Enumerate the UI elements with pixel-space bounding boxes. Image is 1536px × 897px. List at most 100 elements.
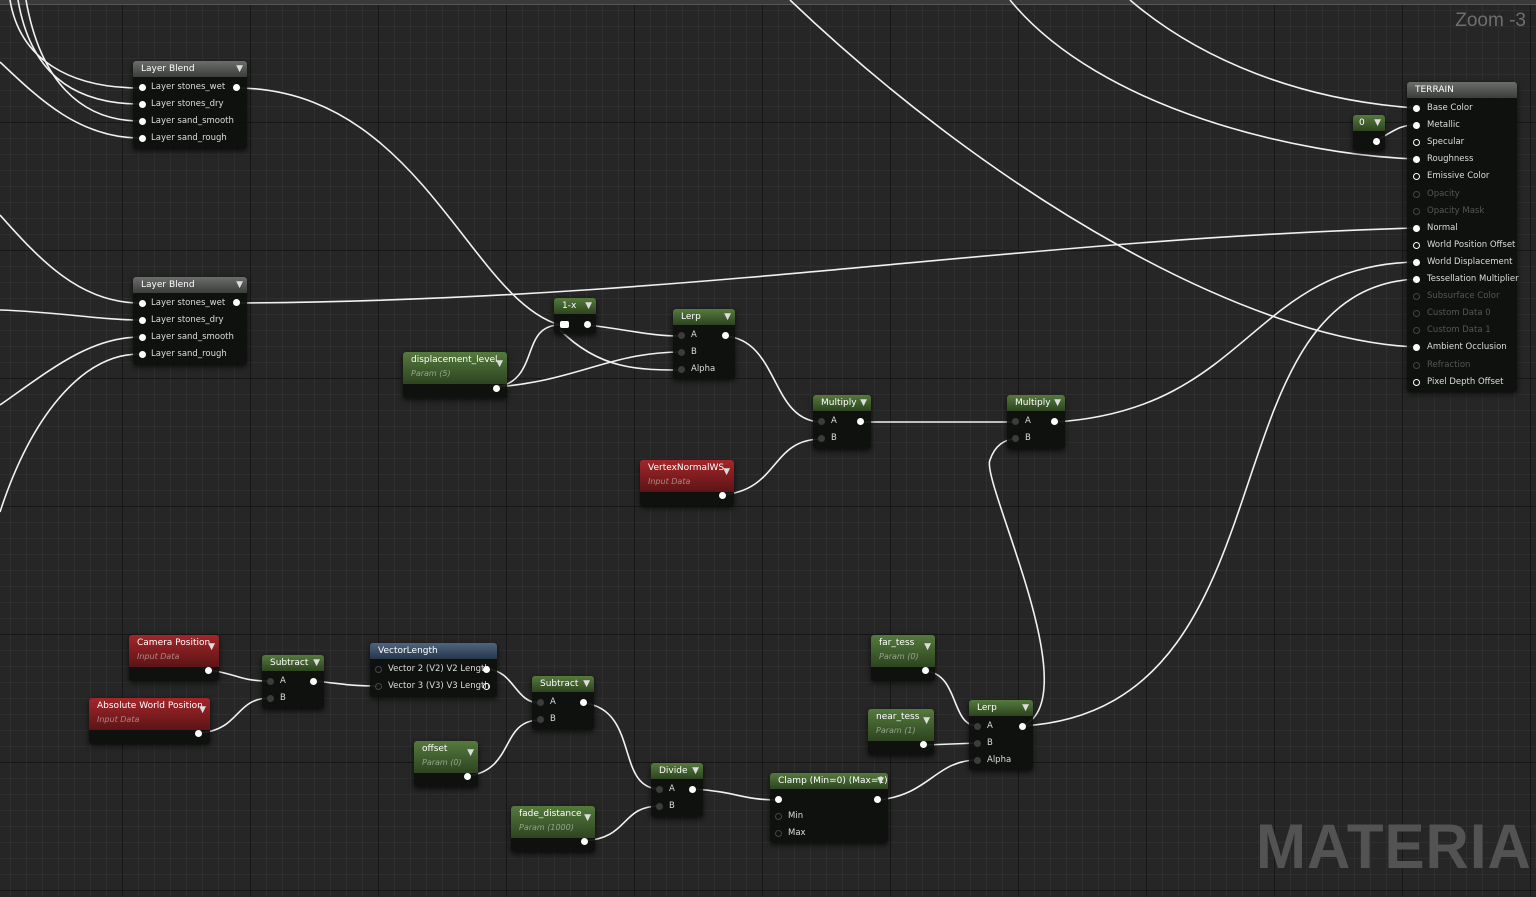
output-pin[interactable] <box>464 773 471 780</box>
input-pin[interactable] <box>537 699 544 706</box>
terrain-pin-row[interactable]: Refraction <box>1413 357 1470 374</box>
lerp-node-top[interactable]: Lerp ▼ A B Alpha <box>673 309 735 379</box>
output-pin[interactable] <box>722 332 729 339</box>
node-header[interactable]: offset Param (0) ▼ <box>414 741 478 773</box>
node-header[interactable]: Multiply ▼ <box>1007 395 1065 411</box>
terrain-pin-row[interactable]: Tessellation Multiplier <box>1413 271 1519 288</box>
node-header[interactable]: far_tess Param (0) ▼ <box>871 635 935 667</box>
output-pin[interactable] <box>493 385 500 392</box>
chevron-down-icon[interactable]: ▼ <box>723 466 730 479</box>
node-header[interactable]: Absolute World Position Input Data ▼ <box>89 698 210 730</box>
chevron-down-icon[interactable]: ▼ <box>467 747 474 760</box>
input-pin[interactable] <box>1413 207 1420 215</box>
terrain-pin-row[interactable]: Emissive Color <box>1413 168 1489 185</box>
chevron-down-icon[interactable]: ▼ <box>924 641 931 654</box>
absolute-world-position-node[interactable]: Absolute World Position Input Data ▼ <box>89 698 210 744</box>
chevron-down-icon[interactable]: ▼ <box>923 715 930 728</box>
layer-blend-node-2[interactable]: Layer Blend ▼ Layer stones_wet Layer ston… <box>133 277 247 365</box>
output-pin[interactable] <box>922 667 929 674</box>
node-header[interactable]: near_tess Param (1) ▼ <box>868 709 934 741</box>
chevron-down-icon[interactable]: ▼ <box>208 641 215 654</box>
input-pin[interactable] <box>775 830 782 837</box>
terrain-pin-row[interactable]: Subsurface Color <box>1413 288 1500 305</box>
output-pin[interactable] <box>310 678 317 685</box>
output-pin[interactable] <box>483 683 490 690</box>
subtract-node-2[interactable]: Subtract ▼ A B <box>532 676 594 730</box>
terrain-pin-row[interactable]: Pixel Depth Offset <box>1413 374 1504 391</box>
node-header[interactable]: Lerp ▼ <box>673 309 735 325</box>
vertex-normal-node[interactable]: VertexNormalWS Input Data ▼ <box>640 460 734 506</box>
terrain-pin-row[interactable]: Roughness <box>1413 151 1473 168</box>
chevron-down-icon[interactable]: ▼ <box>583 676 590 692</box>
terrain-pin-row[interactable]: Metallic <box>1413 117 1460 134</box>
output-pin[interactable] <box>1019 723 1026 730</box>
input-pin[interactable] <box>818 435 825 442</box>
chevron-down-icon[interactable]: ▼ <box>860 395 867 411</box>
input-pin[interactable] <box>974 757 981 764</box>
node-header[interactable]: Lerp ▼ <box>969 700 1033 716</box>
one-minus-node[interactable]: 1-x ▼ <box>554 298 596 334</box>
output-pin[interactable] <box>689 786 696 793</box>
input-pin[interactable] <box>1413 293 1420 301</box>
input-pin[interactable] <box>267 695 274 702</box>
input-pin[interactable] <box>560 321 569 328</box>
near-tess-node[interactable]: near_tess Param (1) ▼ <box>868 709 934 755</box>
output-pin[interactable] <box>233 84 240 91</box>
output-pin[interactable] <box>483 666 490 673</box>
chevron-down-icon[interactable]: ▼ <box>236 61 243 77</box>
divide-node[interactable]: Divide ▼ A B <box>651 763 703 817</box>
node-header[interactable]: fade_distance Param (1000) ▼ <box>511 806 595 838</box>
layer-blend-node-1[interactable]: Layer Blend ▼ Layer stones_wet Layer ston… <box>133 61 247 149</box>
input-pin[interactable] <box>139 101 146 108</box>
subtract-node-1[interactable]: Subtract ▼ A B <box>262 655 324 709</box>
input-pin[interactable] <box>775 813 782 820</box>
clamp-node[interactable]: Clamp (Min=0) (Max=1) ▼ Min Max <box>770 773 888 843</box>
input-pin[interactable] <box>139 334 146 341</box>
node-header[interactable]: VectorLength <box>370 643 497 659</box>
input-pin[interactable] <box>1413 105 1420 112</box>
offset-node[interactable]: offset Param (0) ▼ <box>414 741 478 787</box>
input-pin[interactable] <box>678 349 685 356</box>
input-pin[interactable] <box>537 716 544 723</box>
chevron-down-icon[interactable]: ▼ <box>724 309 731 325</box>
far-tess-node[interactable]: far_tess Param (0) ▼ <box>871 635 935 681</box>
input-pin[interactable] <box>139 317 146 324</box>
output-pin[interactable] <box>920 741 927 748</box>
chevron-down-icon[interactable]: ▼ <box>584 812 591 825</box>
input-pin[interactable] <box>1413 190 1420 198</box>
terrain-pin-row[interactable]: Opacity Mask <box>1413 203 1484 220</box>
input-pin[interactable] <box>1413 327 1420 335</box>
input-pin[interactable] <box>1413 156 1420 164</box>
terrain-pin-row[interactable]: Ambient Occlusion <box>1413 339 1507 356</box>
input-pin[interactable] <box>1413 310 1420 318</box>
multiply-node-1[interactable]: Multiply ▼ A B <box>813 395 871 449</box>
output-pin[interactable] <box>233 299 240 306</box>
terrain-pin-row[interactable]: World Position Offset <box>1413 237 1515 254</box>
output-pin[interactable] <box>581 838 588 845</box>
input-pin[interactable] <box>139 135 146 142</box>
node-header[interactable]: VertexNormalWS Input Data ▼ <box>640 460 734 492</box>
chevron-down-icon[interactable]: ▼ <box>1054 395 1061 411</box>
input-pin[interactable] <box>974 723 981 730</box>
output-pin[interactable] <box>205 667 212 674</box>
input-pin[interactable] <box>139 300 146 307</box>
input-pin[interactable] <box>818 418 825 425</box>
node-header[interactable]: Layer Blend ▼ <box>133 61 247 77</box>
vector-length-node[interactable]: VectorLength Vector 2 (V2) V2 Length Vec… <box>370 643 497 697</box>
input-pin[interactable] <box>267 678 274 685</box>
input-pin[interactable] <box>139 84 146 91</box>
output-pin[interactable] <box>719 492 726 499</box>
node-header[interactable]: displacement_level Param (5) ▼ <box>403 352 507 384</box>
input-pin[interactable] <box>1413 224 1420 232</box>
input-pin[interactable] <box>375 683 382 690</box>
input-pin[interactable] <box>139 351 146 358</box>
node-header[interactable]: Subtract ▼ <box>532 676 594 692</box>
chevron-down-icon[interactable]: ▼ <box>692 763 699 779</box>
chevron-down-icon[interactable]: ▼ <box>585 298 592 314</box>
output-pin[interactable] <box>874 796 881 803</box>
output-pin[interactable] <box>195 730 202 737</box>
fade-distance-node[interactable]: fade_distance Param (1000) ▼ <box>511 806 595 852</box>
node-header[interactable]: TERRAIN <box>1407 82 1517 98</box>
node-header[interactable]: Multiply ▼ <box>813 395 871 411</box>
camera-position-node[interactable]: Camera Position Input Data ▼ <box>129 635 219 681</box>
